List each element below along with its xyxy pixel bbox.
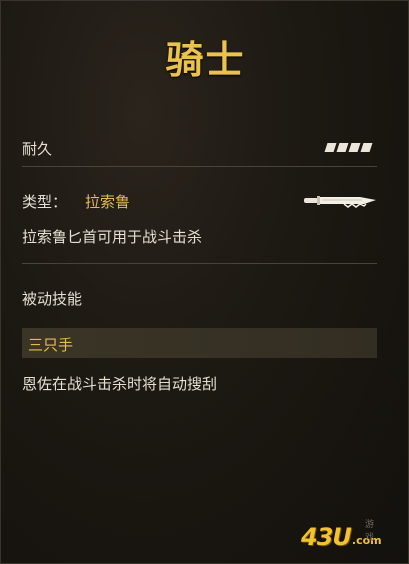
item-description: 拉索鲁匕首可用于战斗击杀 xyxy=(22,228,203,246)
divider xyxy=(22,166,377,167)
durability-meter xyxy=(324,143,373,152)
knife-icon xyxy=(304,193,378,213)
divider xyxy=(22,263,377,264)
durability-pip xyxy=(336,143,349,152)
durability-pip xyxy=(348,143,361,152)
skill-name-bar: 三只手 xyxy=(22,328,377,358)
site-watermark-logo: 43U .com 游戏 xyxy=(301,520,382,551)
skill-name: 三只手 xyxy=(28,336,74,354)
type-value: 拉索鲁 xyxy=(85,193,131,211)
watermark-tag: 游戏 xyxy=(365,520,375,543)
type-row: 类型： 拉索鲁 xyxy=(22,191,130,212)
durability-pip xyxy=(324,143,337,152)
durability-label: 耐久 xyxy=(22,140,53,158)
skill-description: 恩佐在战斗击杀时将自动搜刮 xyxy=(22,375,218,393)
item-title: 骑士 xyxy=(165,37,246,82)
durability-pip xyxy=(360,143,373,152)
type-key: 类型： xyxy=(22,193,68,211)
passive-skill-heading: 被动技能 xyxy=(22,290,83,308)
watermark-main: 43U xyxy=(301,523,352,551)
item-detail-panel: 骑士 耐久 类型： 拉索鲁 拉索鲁匕首可用于战斗击杀 被动技能 三只手 恩佐在战… xyxy=(0,0,409,564)
